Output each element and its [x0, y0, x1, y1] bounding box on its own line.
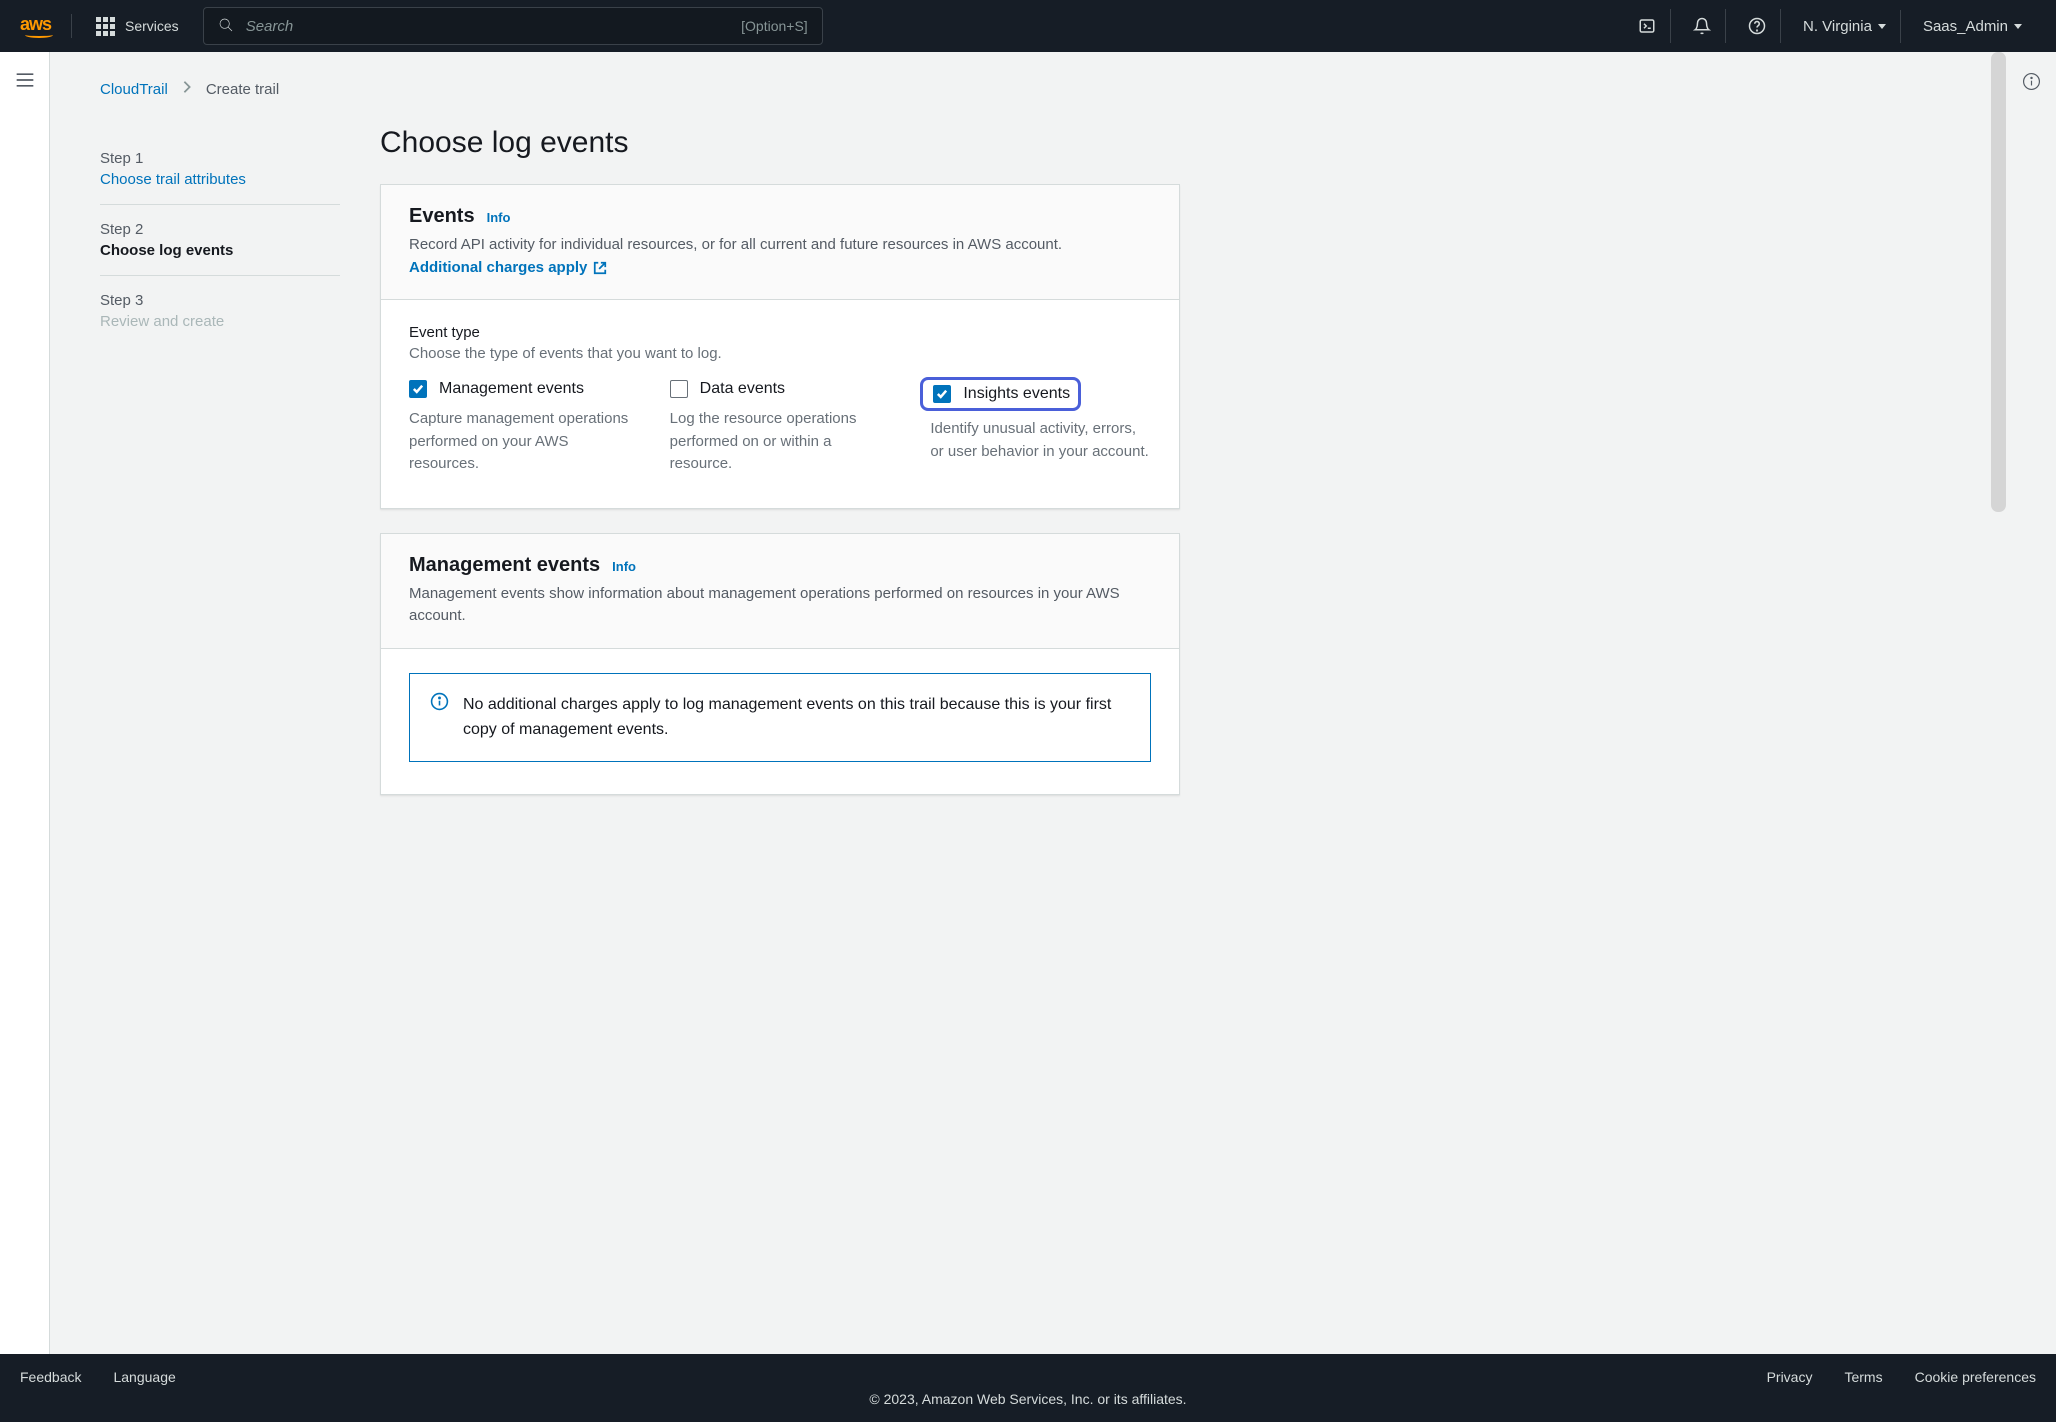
- event-type-insights: Insights events Identify unusual activit…: [930, 380, 1151, 476]
- content-area: CloudTrail Create trail Step 1 Choose tr…: [50, 52, 2006, 1354]
- feedback-link[interactable]: Feedback: [20, 1369, 81, 1385]
- page-title: Choose log events: [380, 126, 1180, 160]
- search-input[interactable]: [246, 18, 729, 35]
- terms-link[interactable]: Terms: [1844, 1369, 1882, 1385]
- event-type-data: Data events Log the resource operations …: [670, 380, 891, 476]
- caret-down-icon: [2014, 24, 2022, 29]
- checkbox-label: Data events: [700, 380, 785, 398]
- panel-description: Record API activity for individual resou…: [409, 236, 1062, 253]
- panel-title: Management events: [409, 554, 600, 577]
- footer: Feedback Language Privacy Terms Cookie p…: [0, 1354, 2056, 1422]
- breadcrumb: CloudTrail Create trail: [50, 52, 2006, 106]
- caret-down-icon: [1878, 24, 1886, 29]
- management-events-checkbox[interactable]: [409, 380, 427, 398]
- data-events-checkbox[interactable]: [670, 380, 688, 398]
- checkbox-label: Management events: [439, 380, 584, 398]
- cookie-preferences-link[interactable]: Cookie preferences: [1915, 1369, 2036, 1385]
- services-menu-button[interactable]: Services: [84, 9, 191, 44]
- management-events-panel: Management events Info Management events…: [380, 533, 1180, 795]
- checkbox-label: Insights events: [963, 385, 1070, 403]
- panel-title: Events: [409, 205, 475, 228]
- event-type-description: Capture management operations performed …: [409, 408, 630, 476]
- event-type-description: Identify unusual activity, errors, or us…: [930, 418, 1151, 463]
- insights-highlight-box: Insights events: [920, 377, 1081, 411]
- alert-text: No additional charges apply to log manag…: [463, 692, 1130, 743]
- region-selector[interactable]: N. Virginia: [1789, 10, 1901, 43]
- account-label: Saas_Admin: [1923, 18, 2008, 35]
- insights-events-checkbox[interactable]: [933, 385, 951, 403]
- search-bar[interactable]: [Option+S]: [203, 7, 823, 45]
- step-2: Step 2 Choose log events: [100, 205, 340, 276]
- breadcrumb-root-link[interactable]: CloudTrail: [100, 81, 168, 98]
- panel-body: Event type Choose the type of events tha…: [381, 300, 1179, 508]
- main-wrap: CloudTrail Create trail Step 1 Choose tr…: [0, 52, 2056, 1354]
- info-icon: [430, 692, 449, 714]
- external-link-icon: [593, 261, 607, 275]
- region-label: N. Virginia: [1803, 18, 1872, 35]
- info-link[interactable]: Info: [487, 210, 511, 225]
- step-title: Choose log events: [100, 242, 340, 259]
- aws-logo[interactable]: aws: [20, 14, 72, 38]
- cloudshell-button[interactable]: [1624, 9, 1671, 43]
- link-text: Additional charges apply: [409, 257, 587, 280]
- breadcrumb-current: Create trail: [206, 81, 279, 98]
- logo-text: aws: [20, 14, 51, 35]
- services-label: Services: [125, 18, 179, 34]
- step-title: Review and create: [100, 313, 340, 330]
- step-title: Choose trail attributes: [100, 171, 340, 188]
- notifications-button[interactable]: [1679, 9, 1726, 43]
- info-alert: No additional charges apply to log manag…: [409, 673, 1151, 762]
- side-rail: [0, 52, 50, 1354]
- scrollbar[interactable]: [1991, 52, 2006, 512]
- panel-header: Events Info Record API activity for indi…: [381, 185, 1179, 300]
- events-panel: Events Info Record API activity for indi…: [380, 184, 1180, 509]
- copyright-text: © 2023, Amazon Web Services, Inc. or its…: [20, 1391, 2036, 1407]
- search-shortcut-label: [Option+S]: [741, 18, 808, 34]
- account-selector[interactable]: Saas_Admin: [1909, 10, 2036, 43]
- top-nav: aws Services [Option+S] N. Virginia Saas…: [0, 0, 2056, 52]
- step-number: Step 1: [100, 150, 340, 167]
- hamburger-button[interactable]: [15, 72, 35, 91]
- help-button[interactable]: [1734, 9, 1781, 43]
- panel-body: No additional charges apply to log manag…: [381, 649, 1179, 794]
- event-type-management: Management events Capture management ope…: [409, 380, 630, 476]
- event-type-description: Log the resource operations performed on…: [670, 408, 891, 476]
- section-description: Choose the type of events that you want …: [409, 345, 1151, 362]
- privacy-link[interactable]: Privacy: [1767, 1369, 1813, 1385]
- section-label: Event type: [409, 324, 1151, 341]
- step-1[interactable]: Step 1 Choose trail attributes: [100, 134, 340, 205]
- wizard-content: Choose log events Events Info Record API…: [380, 126, 1180, 819]
- info-icon[interactable]: [2022, 72, 2041, 91]
- additional-charges-link[interactable]: Additional charges apply: [409, 257, 607, 280]
- panel-header: Management events Info Management events…: [381, 534, 1179, 649]
- info-link[interactable]: Info: [612, 559, 636, 574]
- grid-icon: [96, 17, 115, 36]
- search-icon: [218, 17, 234, 36]
- panel-description: Management events show information about…: [409, 583, 1151, 628]
- event-types-group: Management events Capture management ope…: [409, 380, 1151, 476]
- step-3: Step 3 Review and create: [100, 276, 340, 346]
- chevron-right-icon: [182, 80, 192, 98]
- step-number: Step 2: [100, 221, 340, 238]
- wizard-layout: Step 1 Choose trail attributes Step 2 Ch…: [50, 106, 2006, 819]
- help-rail: [2006, 52, 2056, 1354]
- language-link[interactable]: Language: [113, 1369, 175, 1385]
- nav-right: N. Virginia Saas_Admin: [1624, 9, 2036, 43]
- wizard-steps: Step 1 Choose trail attributes Step 2 Ch…: [100, 126, 340, 819]
- step-number: Step 3: [100, 292, 340, 309]
